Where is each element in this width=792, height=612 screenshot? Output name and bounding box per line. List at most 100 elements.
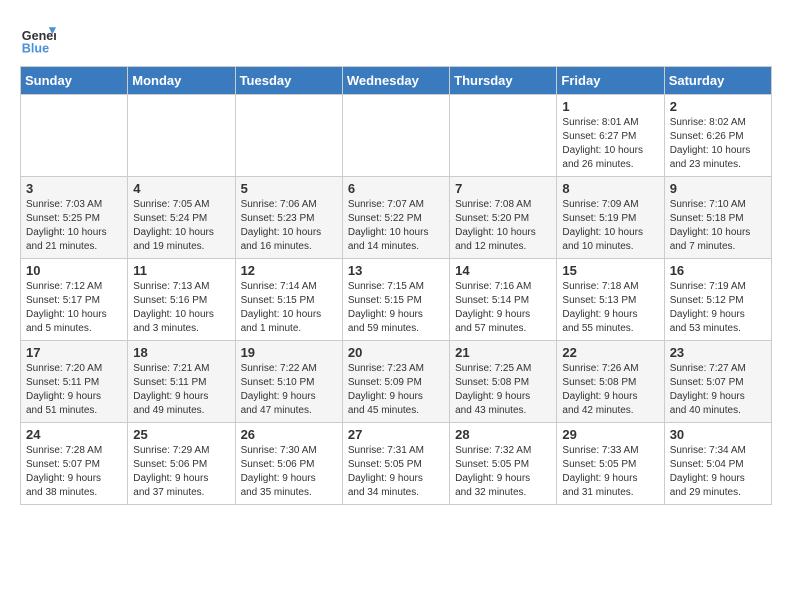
calendar-cell: 29 Sunrise: 7:33 AM Sunset: 5:05 PM Dayli… (557, 423, 664, 505)
day-number: 6 (348, 181, 444, 196)
calendar-cell: 27 Sunrise: 7:31 AM Sunset: 5:05 PM Dayli… (342, 423, 449, 505)
calendar-cell: 19 Sunrise: 7:22 AM Sunset: 5:10 PM Dayli… (235, 341, 342, 423)
logo: General Blue (20, 20, 56, 56)
day-info: Sunrise: 8:01 AM Sunset: 6:27 PM Dayligh… (562, 116, 658, 172)
calendar-cell: 16 Sunrise: 7:19 AM Sunset: 5:12 PM Dayli… (664, 259, 771, 341)
day-number: 19 (241, 345, 337, 360)
calendar-cell: 14 Sunrise: 7:16 AM Sunset: 5:14 PM Dayli… (450, 259, 557, 341)
calendar-cell: 10 Sunrise: 7:12 AM Sunset: 5:17 PM Dayli… (21, 259, 128, 341)
day-number: 26 (241, 427, 337, 442)
day-info: Sunrise: 7:08 AM Sunset: 5:20 PM Dayligh… (455, 198, 551, 254)
day-number: 13 (348, 263, 444, 278)
day-info: Sunrise: 7:16 AM Sunset: 5:14 PM Dayligh… (455, 280, 551, 336)
calendar-cell: 4 Sunrise: 7:05 AM Sunset: 5:24 PM Daylig… (128, 177, 235, 259)
day-number: 30 (670, 427, 766, 442)
weekday-header: Thursday (450, 67, 557, 95)
day-info: Sunrise: 7:27 AM Sunset: 5:07 PM Dayligh… (670, 362, 766, 418)
header: General Blue (20, 20, 772, 56)
svg-text:Blue: Blue (22, 41, 49, 55)
calendar-cell: 21Sunrise: 7:25 AM Sunset: 5:08 PM Dayli… (450, 341, 557, 423)
calendar-cell: 3 Sunrise: 7:03 AM Sunset: 5:25 PM Daylig… (21, 177, 128, 259)
calendar-cell: 25 Sunrise: 7:29 AM Sunset: 5:06 PM Dayli… (128, 423, 235, 505)
calendar-cell: 7 Sunrise: 7:08 AM Sunset: 5:20 PM Daylig… (450, 177, 557, 259)
day-info: Sunrise: 7:22 AM Sunset: 5:10 PM Dayligh… (241, 362, 337, 418)
day-number: 5 (241, 181, 337, 196)
day-info: Sunrise: 7:06 AM Sunset: 5:23 PM Dayligh… (241, 198, 337, 254)
calendar-cell: 18 Sunrise: 7:21 AM Sunset: 5:11 PM Dayli… (128, 341, 235, 423)
day-number: 2 (670, 99, 766, 114)
day-number: 23 (670, 345, 766, 360)
calendar-cell (21, 95, 128, 177)
day-info: Sunrise: 7:12 AM Sunset: 5:17 PM Dayligh… (26, 280, 122, 336)
calendar-cell: 23 Sunrise: 7:27 AM Sunset: 5:07 PM Dayli… (664, 341, 771, 423)
day-number: 4 (133, 181, 229, 196)
calendar-week-row: 24 Sunrise: 7:28 AM Sunset: 5:07 PM Dayli… (21, 423, 772, 505)
day-number: 7 (455, 181, 551, 196)
calendar-body: 1 Sunrise: 8:01 AM Sunset: 6:27 PM Daylig… (21, 95, 772, 505)
day-number: 16 (670, 263, 766, 278)
day-number: 27 (348, 427, 444, 442)
day-number: 11 (133, 263, 229, 278)
calendar-cell: 30 Sunrise: 7:34 AM Sunset: 5:04 PM Dayli… (664, 423, 771, 505)
day-info: Sunrise: 7:03 AM Sunset: 5:25 PM Dayligh… (26, 198, 122, 254)
day-number: 22 (562, 345, 658, 360)
calendar-table: SundayMondayTuesdayWednesdayThursdayFrid… (20, 66, 772, 505)
day-number: 24 (26, 427, 122, 442)
calendar-cell (450, 95, 557, 177)
weekday-header: Friday (557, 67, 664, 95)
calendar-week-row: 10 Sunrise: 7:12 AM Sunset: 5:17 PM Dayli… (21, 259, 772, 341)
calendar-week-row: 17Sunrise: 7:20 AM Sunset: 5:11 PM Dayli… (21, 341, 772, 423)
day-number: 10 (26, 263, 122, 278)
day-number: 15 (562, 263, 658, 278)
day-info: Sunrise: 7:21 AM Sunset: 5:11 PM Dayligh… (133, 362, 229, 418)
day-info: Sunrise: 7:19 AM Sunset: 5:12 PM Dayligh… (670, 280, 766, 336)
day-number: 1 (562, 99, 658, 114)
day-number: 21 (455, 345, 551, 360)
calendar-cell: 8 Sunrise: 7:09 AM Sunset: 5:19 PM Daylig… (557, 177, 664, 259)
calendar-cell: 1 Sunrise: 8:01 AM Sunset: 6:27 PM Daylig… (557, 95, 664, 177)
day-info: Sunrise: 7:23 AM Sunset: 5:09 PM Dayligh… (348, 362, 444, 418)
calendar-cell (342, 95, 449, 177)
day-info: Sunrise: 7:31 AM Sunset: 5:05 PM Dayligh… (348, 444, 444, 500)
day-info: Sunrise: 7:34 AM Sunset: 5:04 PM Dayligh… (670, 444, 766, 500)
day-number: 20 (348, 345, 444, 360)
day-number: 3 (26, 181, 122, 196)
day-number: 12 (241, 263, 337, 278)
calendar-cell: 26 Sunrise: 7:30 AM Sunset: 5:06 PM Dayli… (235, 423, 342, 505)
day-info: Sunrise: 7:15 AM Sunset: 5:15 PM Dayligh… (348, 280, 444, 336)
calendar-cell: 28Sunrise: 7:32 AM Sunset: 5:05 PM Dayli… (450, 423, 557, 505)
day-info: Sunrise: 7:09 AM Sunset: 5:19 PM Dayligh… (562, 198, 658, 254)
day-number: 14 (455, 263, 551, 278)
calendar-cell: 20 Sunrise: 7:23 AM Sunset: 5:09 PM Dayli… (342, 341, 449, 423)
calendar-cell: 17Sunrise: 7:20 AM Sunset: 5:11 PM Dayli… (21, 341, 128, 423)
day-number: 18 (133, 345, 229, 360)
calendar-cell: 15 Sunrise: 7:18 AM Sunset: 5:13 PM Dayli… (557, 259, 664, 341)
logo-icon: General Blue (20, 20, 56, 56)
day-number: 25 (133, 427, 229, 442)
day-number: 28 (455, 427, 551, 442)
day-info: Sunrise: 7:14 AM Sunset: 5:15 PM Dayligh… (241, 280, 337, 336)
day-info: Sunrise: 7:29 AM Sunset: 5:06 PM Dayligh… (133, 444, 229, 500)
calendar-cell: 12 Sunrise: 7:14 AM Sunset: 5:15 PM Dayli… (235, 259, 342, 341)
calendar-week-row: 1 Sunrise: 8:01 AM Sunset: 6:27 PM Daylig… (21, 95, 772, 177)
day-info: Sunrise: 7:20 AM Sunset: 5:11 PM Dayligh… (26, 362, 122, 418)
weekday-header: Saturday (664, 67, 771, 95)
day-info: Sunrise: 7:33 AM Sunset: 5:05 PM Dayligh… (562, 444, 658, 500)
day-info: Sunrise: 7:18 AM Sunset: 5:13 PM Dayligh… (562, 280, 658, 336)
calendar-cell: 2Sunrise: 8:02 AM Sunset: 6:26 PM Daylig… (664, 95, 771, 177)
weekday-header: Monday (128, 67, 235, 95)
calendar-cell: 5 Sunrise: 7:06 AM Sunset: 5:23 PM Daylig… (235, 177, 342, 259)
weekday-header: Sunday (21, 67, 128, 95)
day-info: Sunrise: 7:28 AM Sunset: 5:07 PM Dayligh… (26, 444, 122, 500)
day-info: Sunrise: 7:13 AM Sunset: 5:16 PM Dayligh… (133, 280, 229, 336)
calendar-header-row: SundayMondayTuesdayWednesdayThursdayFrid… (21, 67, 772, 95)
calendar-cell: 6 Sunrise: 7:07 AM Sunset: 5:22 PM Daylig… (342, 177, 449, 259)
day-info: Sunrise: 7:07 AM Sunset: 5:22 PM Dayligh… (348, 198, 444, 254)
calendar-cell: 11 Sunrise: 7:13 AM Sunset: 5:16 PM Dayli… (128, 259, 235, 341)
day-number: 8 (562, 181, 658, 196)
day-info: Sunrise: 7:30 AM Sunset: 5:06 PM Dayligh… (241, 444, 337, 500)
day-number: 29 (562, 427, 658, 442)
day-info: Sunrise: 7:05 AM Sunset: 5:24 PM Dayligh… (133, 198, 229, 254)
calendar-cell: 9Sunrise: 7:10 AM Sunset: 5:18 PM Daylig… (664, 177, 771, 259)
day-number: 9 (670, 181, 766, 196)
